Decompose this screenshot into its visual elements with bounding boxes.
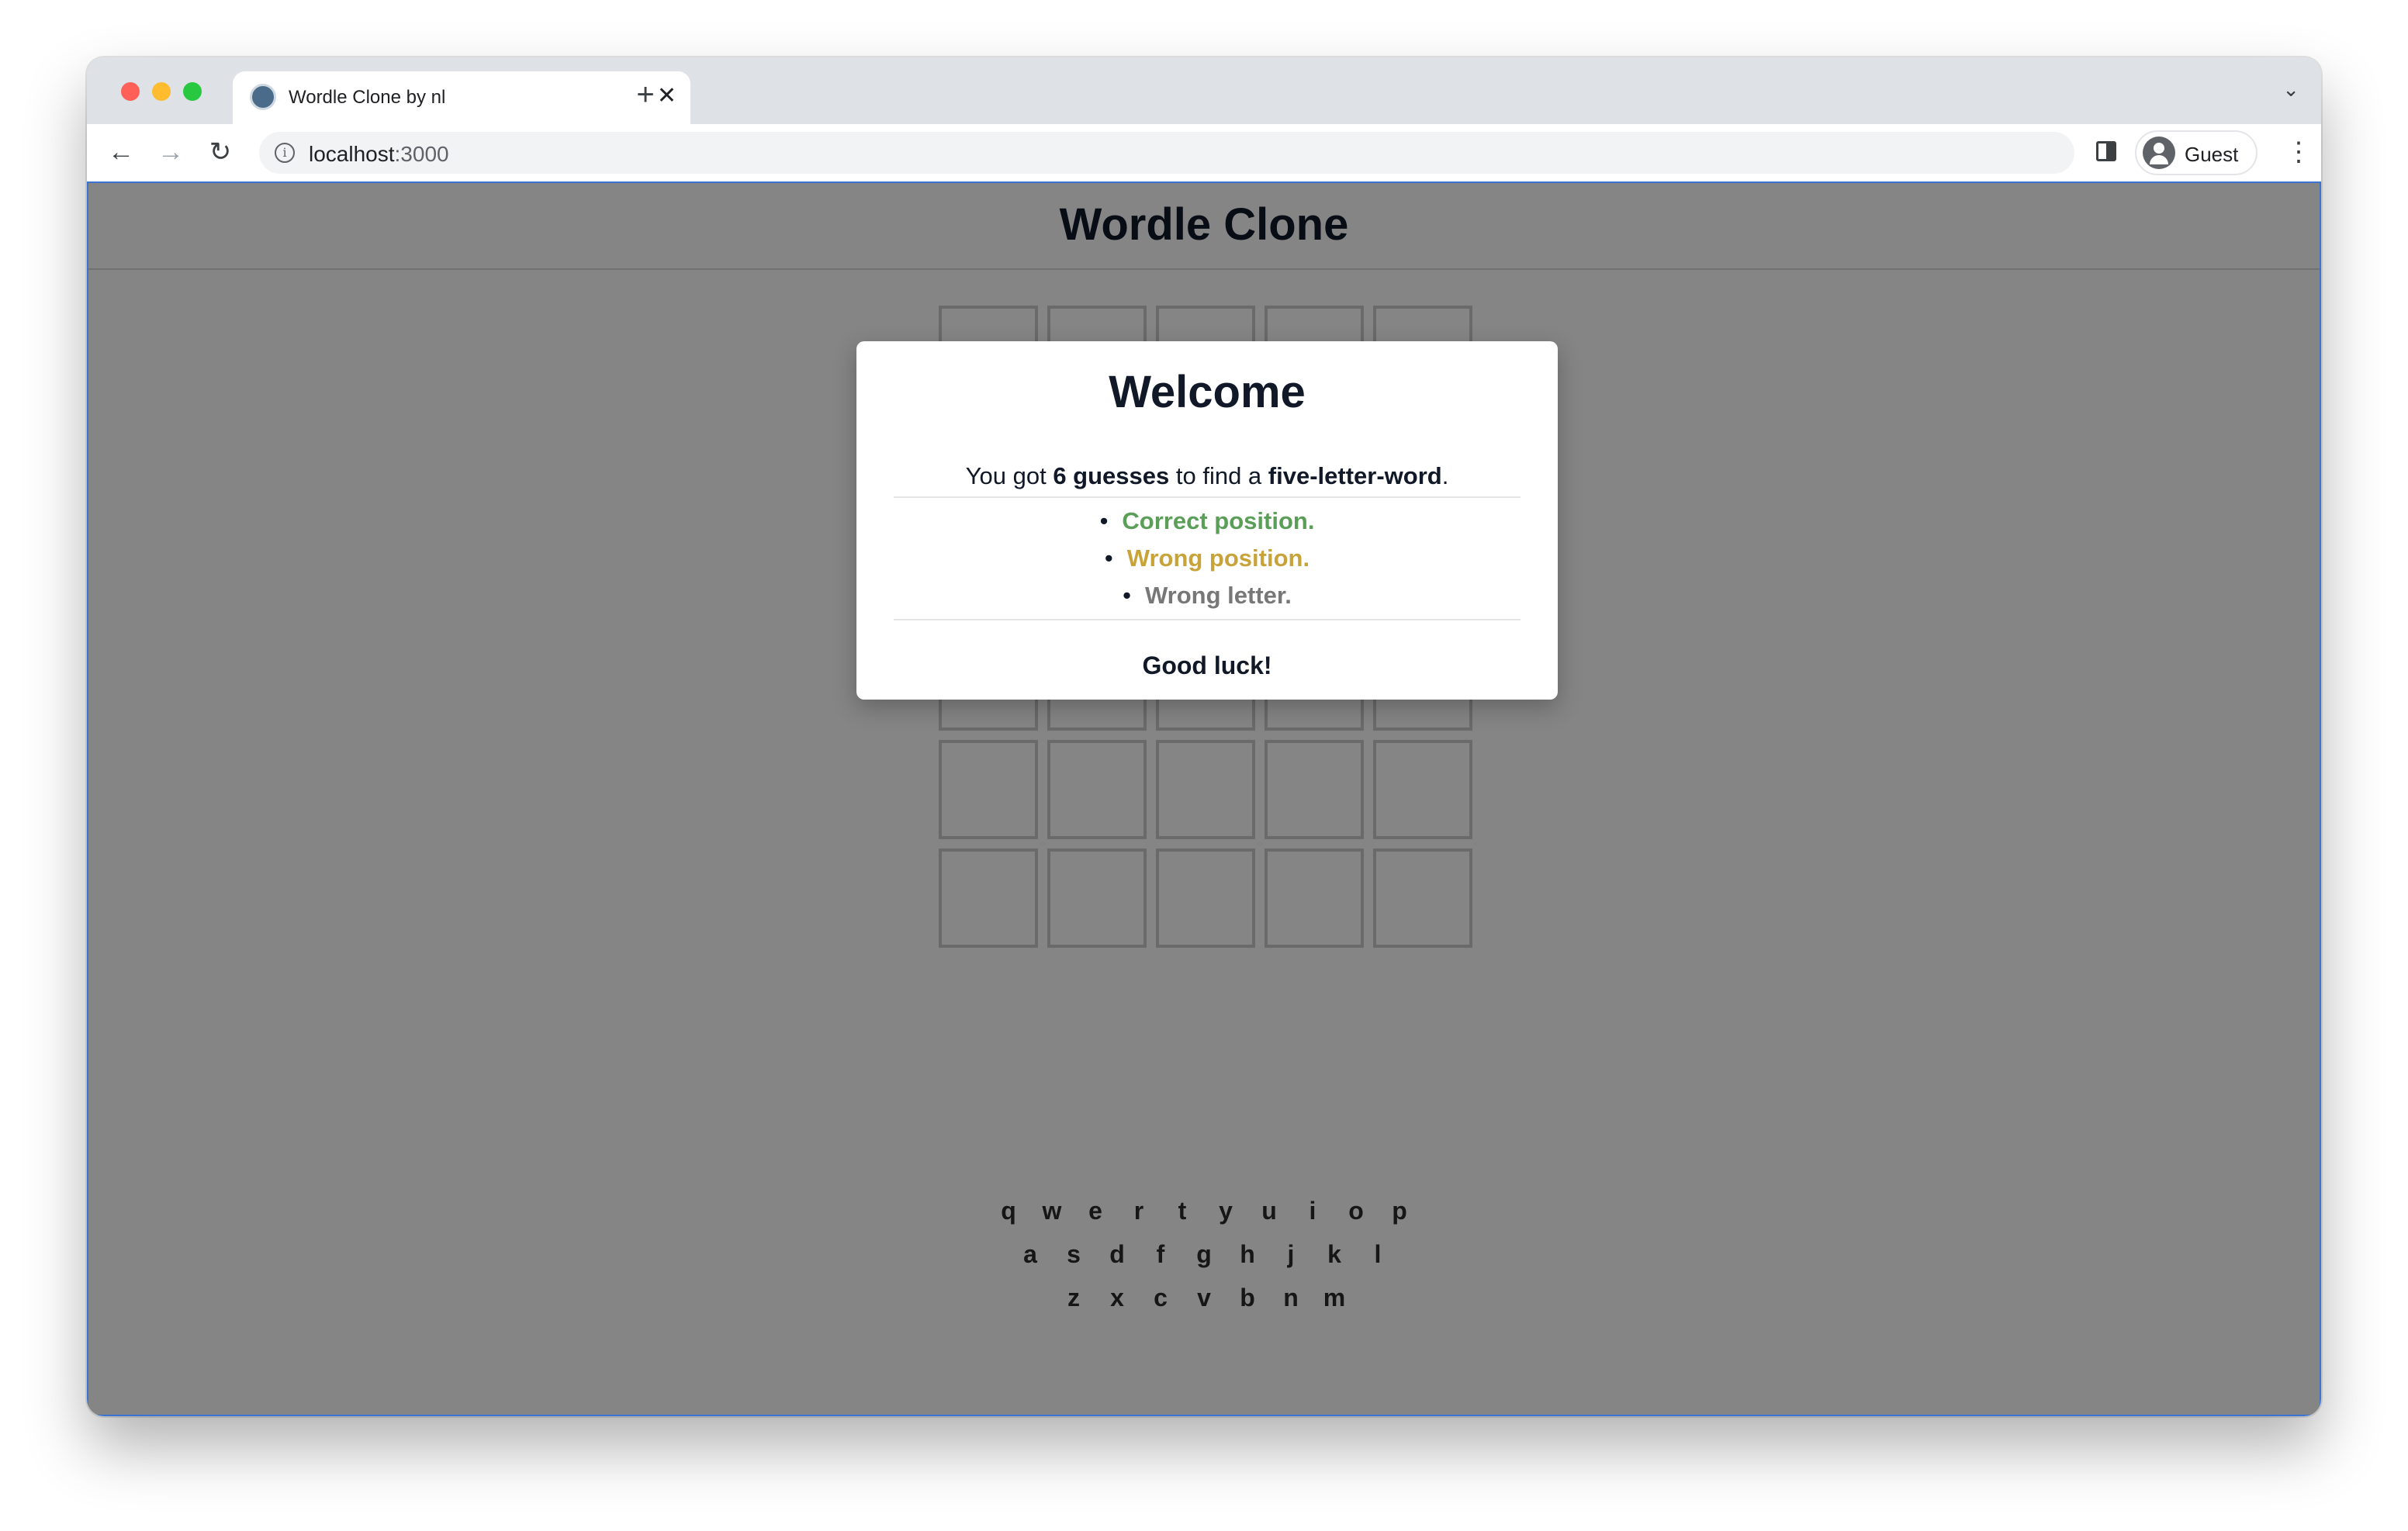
address-bar[interactable]: i localhost:3000 [259, 132, 2074, 174]
new-tab-button[interactable]: + [622, 71, 669, 118]
close-window-button[interactable] [121, 82, 140, 101]
tab-bar: Wordle Clone by nl ✕ + ⌄ [87, 57, 2321, 124]
side-panel-icon[interactable] [2096, 141, 2116, 161]
url-host: localhost [309, 142, 395, 166]
welcome-modal: Welcome You got 6 guesses to find a five… [856, 341, 1558, 700]
profile-button[interactable]: Guest [2135, 130, 2258, 175]
favicon-icon [250, 84, 276, 110]
page-content: Wordle Clone qwertyuiopasdfghjklzxcvbnm … [87, 181, 2321, 1416]
info-icon[interactable]: i [275, 143, 295, 163]
url-port: :3000 [394, 142, 449, 166]
intro-guesses: 6 guesses [1053, 462, 1170, 489]
profile-name: Guest [2185, 143, 2239, 166]
rule-correct-position: Correct position. [894, 503, 1521, 540]
intro-suffix: . [1441, 462, 1449, 489]
avatar-icon [2143, 137, 2175, 169]
intro-prefix: You got [965, 462, 1054, 489]
chevron-down-icon[interactable]: ⌄ [2282, 78, 2299, 102]
maximize-window-button[interactable] [183, 82, 202, 101]
modal-footer: Good luck! [1142, 651, 1272, 679]
browser-toolbar: ← → ↻ i localhost:3000 Guest ⋮ [87, 124, 2321, 183]
tab-title: Wordle Clone by nl [289, 87, 446, 108]
reload-button[interactable]: ↻ [200, 132, 240, 172]
rule-wrong-position: Wrong position. [894, 540, 1521, 577]
intro-middle: to find a [1169, 462, 1268, 489]
forward-button[interactable]: → [150, 132, 191, 172]
url-text: localhost:3000 [309, 142, 449, 167]
minimize-window-button[interactable] [152, 82, 171, 101]
rule-wrong-letter: Wrong letter. [894, 577, 1521, 614]
modal-title: Welcome [1109, 367, 1306, 417]
intro-word: five-letter-word [1268, 462, 1442, 489]
back-button[interactable]: ← [101, 132, 141, 172]
modal-intro: You got 6 guesses to find a five-letter-… [856, 462, 1558, 490]
browser-window: Wordle Clone by nl ✕ + ⌄ ← → ↻ i localho… [87, 57, 2321, 1416]
more-menu-icon[interactable]: ⋮ [2285, 137, 2312, 168]
rules-list: Correct position. Wrong position. Wrong … [894, 496, 1521, 620]
